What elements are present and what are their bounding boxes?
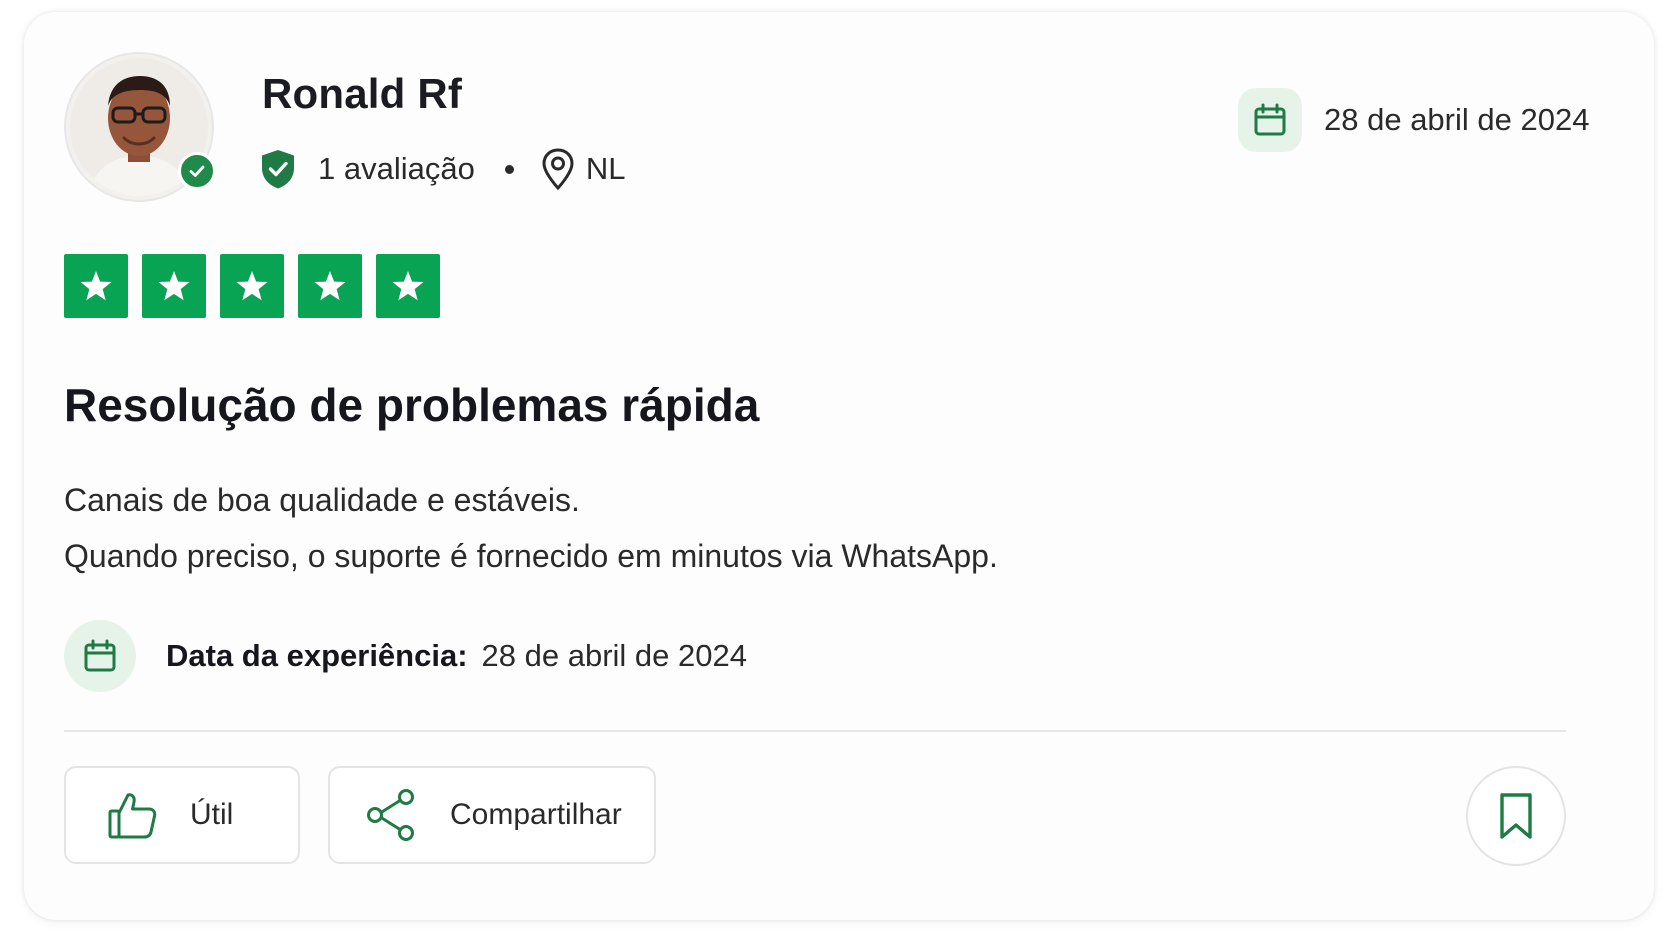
star-icon: [220, 254, 284, 318]
shield-check-icon: [258, 147, 298, 191]
review-body: Canais de boa qualidade e estáveis. Quan…: [64, 472, 998, 584]
review-body-line: Quando preciso, o suporte é fornecido em…: [64, 538, 998, 574]
review-card: Ronald Rf 1 avaliação NL 28 de abril de …: [24, 12, 1654, 920]
review-title: Resolução de problemas rápida: [64, 379, 760, 431]
share-button[interactable]: Compartilhar: [328, 766, 656, 864]
calendar-icon: [1238, 88, 1302, 152]
star-icon: [298, 254, 362, 318]
bookmark-icon: [1496, 791, 1536, 841]
useful-button-label: Útil: [190, 798, 234, 831]
reviewer-meta: 1 avaliação NL: [258, 146, 625, 192]
star-rating: [64, 254, 440, 318]
calendar-icon: [64, 620, 136, 692]
bookmark-button[interactable]: [1466, 766, 1566, 866]
divider: [64, 730, 1566, 732]
reviewer-name[interactable]: Ronald Rf: [262, 70, 462, 118]
thumbs-up-icon: [106, 788, 160, 842]
experience-date: Data da experiência: 28 de abril de 2024: [64, 620, 747, 692]
experience-date-label: Data da experiência:: [166, 638, 468, 673]
review-date: 28 de abril de 2024: [1238, 88, 1589, 152]
experience-date-value: 28 de abril de 2024: [481, 638, 747, 673]
star-icon: [64, 254, 128, 318]
review-date-text: 28 de abril de 2024: [1324, 102, 1590, 137]
reviewer-country: NL: [585, 151, 626, 186]
useful-button[interactable]: Útil: [64, 766, 300, 864]
star-icon: [376, 254, 440, 318]
star-icon: [142, 254, 206, 318]
share-icon: [364, 788, 418, 842]
meta-separator: [504, 164, 514, 174]
share-button-label: Compartilhar: [450, 798, 622, 831]
verified-check-icon: [178, 152, 216, 190]
review-body-line: Canais de boa qualidade e estáveis.: [64, 482, 580, 518]
review-count: 1 avaliação: [318, 151, 475, 186]
location-pin-icon: [540, 147, 576, 191]
